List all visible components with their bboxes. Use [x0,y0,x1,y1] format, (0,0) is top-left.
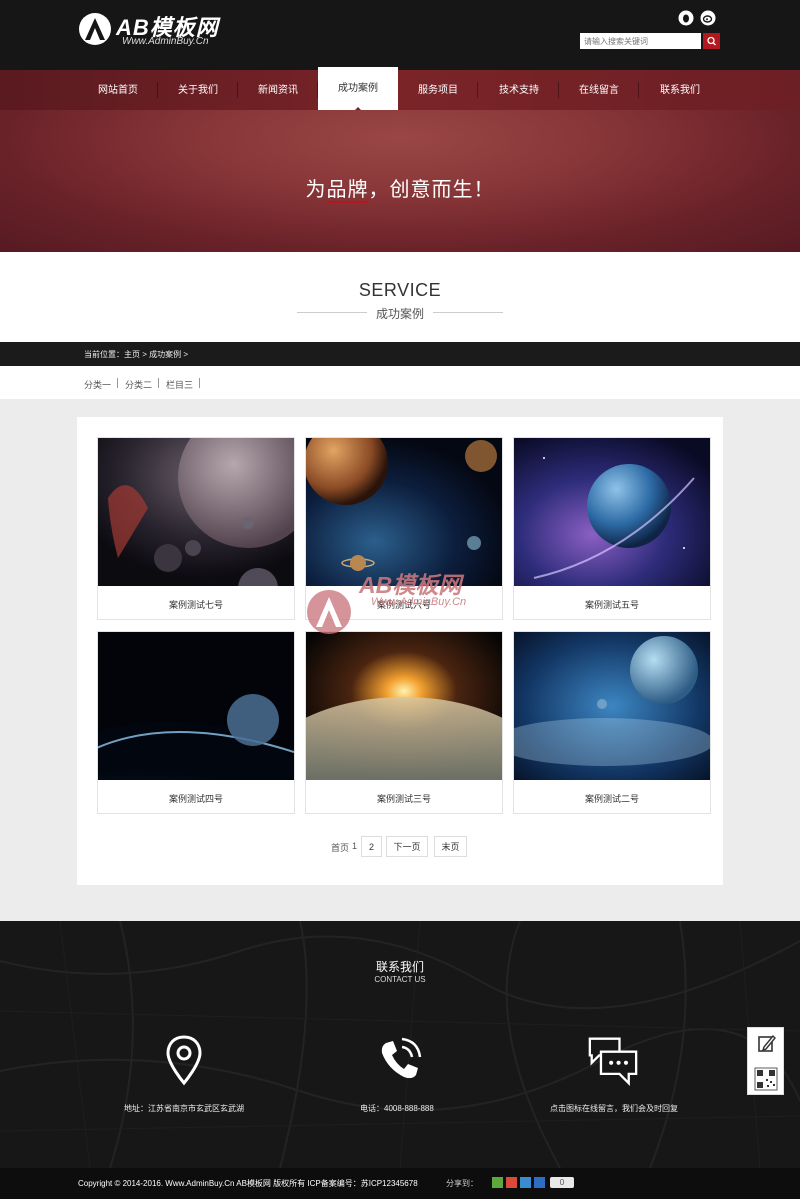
pager-next[interactable]: 下一页 [386,836,428,857]
footer-subtitle: CONTACT US [374,975,426,984]
pager-page-2[interactable]: 2 [361,836,382,857]
case-caption[interactable]: 案例测试四号 [98,792,294,805]
search-button[interactable] [703,33,720,49]
pagination: 首页 1 2 下一页 末页 [0,836,800,858]
pager-last[interactable]: 末页 [434,836,467,857]
case-caption[interactable]: 案例测试七号 [98,598,294,611]
nav-item-contact[interactable]: 联系我们 [640,70,720,110]
edit-message-icon[interactable] [748,1028,783,1060]
case-card-4[interactable]: 案例测试四号 [97,631,295,814]
qr-code-icon[interactable] [748,1062,783,1096]
site-logo[interactable]: AB模板网 Www.AdminBuy.Cn [78,12,228,48]
case-card-1[interactable]: 案例测试七号 [97,437,295,620]
banner-text-end: ，创意而生！ [368,179,495,201]
category-link-1[interactable]: 分类一 [84,378,111,391]
case-thumbnail[interactable] [98,632,294,780]
share-qzone-icon[interactable] [492,1177,503,1188]
pager-current: 1 [352,841,358,851]
case-caption[interactable]: 案例测试二号 [514,792,710,805]
footer-address: 地址：江苏省南京市玄武区玄武湖 [124,1104,244,1113]
case-caption[interactable]: 案例测试三号 [306,792,502,805]
nav-item-news[interactable]: 新闻资讯 [238,70,318,110]
banner-text-highlight: 品牌 [326,179,369,203]
nav-item-message[interactable]: 在线留言 [559,70,639,110]
logo-url-text: Www.AdminBuy.Cn [122,36,209,47]
site-header: AB模板网 Www.AdminBuy.Cn [0,0,800,70]
category-link-2[interactable]: 分类二 [125,378,152,391]
location-pin-icon [166,1035,202,1086]
search-box [580,33,720,49]
phone-icon [381,1037,422,1079]
breadcrumb: 当前位置：主页 > 成功案例 > [0,342,800,366]
footer-phone: 电话：4008-888-888 [360,1104,434,1113]
weibo-icon[interactable] [700,10,716,26]
case-card-3[interactable]: 案例测试五号 [513,437,711,620]
case-thumbnail[interactable] [98,438,294,586]
logo-mark-icon [79,13,111,45]
case-card-5[interactable]: 案例测试三号 [305,631,503,814]
search-input[interactable] [580,33,701,49]
share-tencent-icon[interactable] [520,1177,531,1188]
pager-first[interactable]: 首页 [331,841,349,854]
footer-message-hint[interactable]: 点击图标在线留言，我们会及时回复 [550,1103,678,1114]
copyright-bar: Copyright © 2014-2016. Www.AdminBuy.Cn A… [0,1168,800,1199]
case-thumbnail[interactable] [514,438,710,586]
section-title-en: SERVICE [358,280,442,300]
floating-toolbar [747,1027,784,1095]
case-thumbnail[interactable] [514,632,710,780]
share-renren-icon[interactable] [534,1177,545,1188]
case-thumbnail[interactable] [306,632,502,780]
banner-text-start: 为 [305,179,327,201]
section-title-zh: 成功案例 [375,307,424,321]
breadcrumb-text[interactable]: 当前位置：主页 > 成功案例 > [84,349,188,360]
category-link-3[interactable]: 栏目三 [166,378,193,391]
share-label: 分享到： [446,1179,478,1188]
hero-banner: 为品牌，创意而生！ [0,110,800,252]
nav-item-services[interactable]: 服务项目 [398,70,478,110]
qq-icon[interactable] [678,10,694,26]
nav-item-about[interactable]: 关于我们 [158,70,238,110]
watermark: AB模板网 Www.AdminBuy.Cn [305,566,505,636]
category-filter: 分类一 分类二 栏目三 [0,366,800,399]
share-count: 0 [550,1177,574,1188]
watermark-text: AB模板网 [359,572,462,598]
watermark-logo-icon [307,590,351,634]
main-nav: 网站首页 关于我们 新闻资讯 成功案例 服务项目 技术支持 在线留言 联系我们 [0,67,800,110]
category-separator [117,378,118,388]
chat-icon[interactable] [588,1033,638,1087]
category-separator [199,378,200,388]
category-separator [158,378,159,388]
case-thumbnail[interactable] [306,438,502,586]
copyright-text: Copyright © 2014-2016. Www.AdminBuy.Cn A… [78,1179,418,1188]
banner-slogan: 为品牌，创意而生！ [0,173,800,203]
search-icon [707,36,716,46]
nav-item-home[interactable]: 网站首页 [78,70,158,110]
case-caption[interactable]: 案例测试五号 [514,598,710,611]
nav-item-cases[interactable]: 成功案例 [318,67,398,110]
section-heading: SERVICE 成功案例 [0,252,800,342]
site-footer: 联系我们 CONTACT US 地址：江苏省南京市玄武区玄武湖 电话：4008-… [0,921,800,1168]
case-card-6[interactable]: 案例测试二号 [513,631,711,814]
nav-item-support[interactable]: 技术支持 [479,70,559,110]
footer-title: 联系我们 [375,960,424,974]
watermark-url: Www.AdminBuy.Cn [371,596,467,608]
share-weibo-icon[interactable] [506,1177,517,1188]
